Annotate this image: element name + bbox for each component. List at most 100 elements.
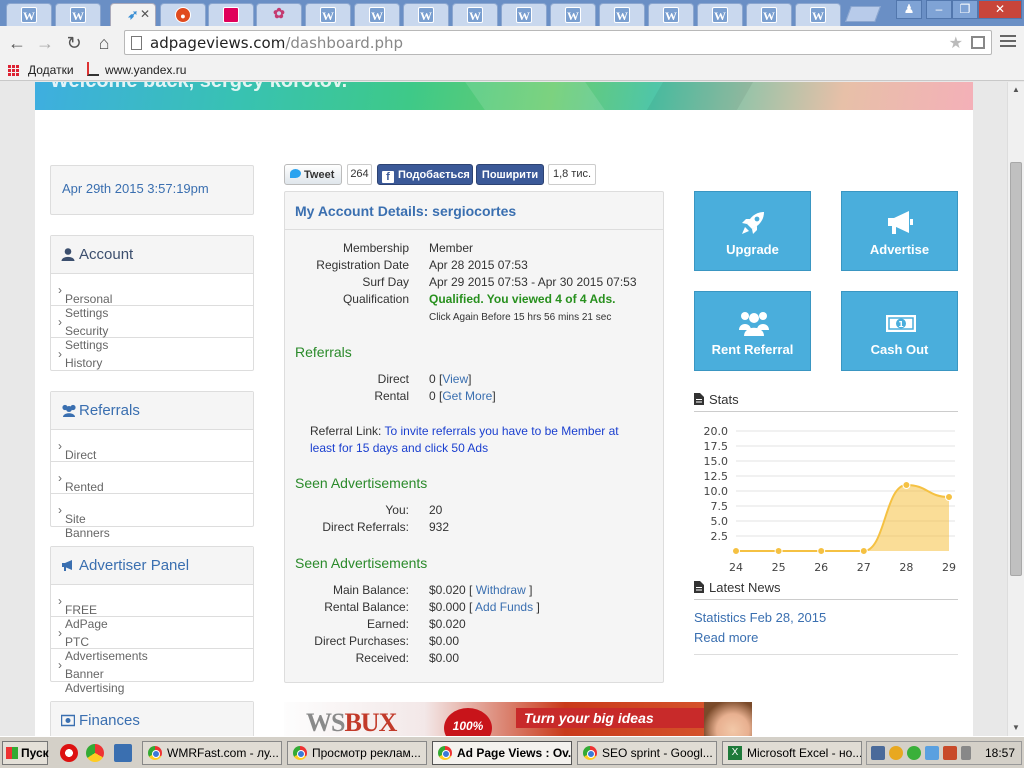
page-scrollbar[interactable]: ▲ ▼ [1007,82,1024,736]
excel-icon: X [728,746,742,760]
sidebar-item-direct[interactable]: › Direct [51,430,253,462]
bookmark-apps[interactable]: Додатки [28,63,74,77]
read-more-link[interactable]: Read more [694,630,758,645]
taskbar-item[interactable]: Просмотр реклам... [287,741,427,765]
facebook-like-button[interactable]: f Подобається [377,164,473,185]
url-text: adpageviews.com/dashboard.php [150,34,404,52]
tray-monitor-icon[interactable] [925,746,939,760]
wikipedia-favicon-icon: W [614,7,630,23]
apps-grid-icon[interactable] [8,65,20,77]
data-point[interactable] [902,481,911,489]
withdraw-link[interactable]: Withdraw [476,583,526,597]
data-point[interactable] [774,547,783,555]
current-date: Apr 29th 2015 3:57:19pm [62,181,209,196]
browser-tab[interactable]: W [403,3,449,26]
extension-icon[interactable] [971,36,985,49]
tray-network-icon[interactable] [871,746,885,760]
restore-button[interactable]: ❐ [952,0,978,19]
browser-menu-icon[interactable] [1000,35,1016,49]
browser-tab[interactable]: W [550,3,596,26]
tray-app-icon[interactable] [943,746,957,760]
bookmark-star-icon[interactable]: ★ [949,33,963,53]
start-button[interactable]: Пуск [2,741,49,765]
upgrade-button[interactable]: Upgrade [694,191,811,271]
money-icon [61,714,75,727]
browser-tab[interactable]: W [452,3,498,26]
taskbar-item[interactable]: X Microsoft Excel - но... [722,741,862,765]
data-point[interactable] [732,547,740,555]
facebook-share-button[interactable]: Поширити [476,164,544,185]
scroll-up-icon[interactable]: ▲ [1008,82,1024,98]
data-point[interactable] [859,547,868,555]
chrome-quicklaunch-icon[interactable] [86,744,104,762]
back-arrow-icon[interactable]: ← [6,32,28,54]
data-point[interactable] [817,547,826,555]
rent-referral-button[interactable]: Rent Referral [694,291,811,371]
received-label: Received: [355,651,409,665]
scroll-down-icon[interactable]: ▼ [1008,720,1024,736]
news-item-title[interactable]: Statistics Feb 28, 2015 [694,610,826,625]
scrollbar-thumb[interactable] [1010,162,1022,576]
home-icon[interactable]: ⌂ [93,32,115,54]
tweet-button[interactable]: Tweet [284,164,342,185]
surf-day-label: Surf Day [362,275,409,289]
view-referrals-link[interactable]: View [442,372,468,386]
user-button[interactable]: ♟ [896,0,922,19]
get-more-referrals-link[interactable]: Get More [442,389,492,403]
balance-section-title: Seen Advertisements [295,555,428,571]
close-tab-icon[interactable]: ✕ [140,7,150,21]
address-bar[interactable]: adpageviews.com/dashboard.php ★ [124,30,992,55]
browser-tab-active[interactable]: ➶ ✕ [110,3,156,26]
wikipedia-favicon-icon: W [663,7,679,23]
bullhorn-icon [888,211,913,234]
wikipedia-favicon-icon: W [712,7,728,23]
document-icon [694,393,704,405]
browser-tab[interactable]: W [305,3,351,26]
sidebar-item-history[interactable]: › History [51,338,253,370]
opera-icon[interactable] [60,744,78,762]
minimize-button[interactable]: – [926,0,952,19]
browser-tab[interactable]: W [697,3,743,26]
tray-status-icon[interactable] [907,746,921,760]
browser-tab[interactable]: W [795,3,841,26]
volume-icon[interactable] [961,746,971,760]
close-window-button[interactable]: ✕ [978,0,1022,19]
page-icon [131,36,142,50]
browser-tab[interactable]: W [501,3,547,26]
browser-tab[interactable]: W [648,3,694,26]
browser-tab[interactable]: W [6,3,52,26]
browser-tab[interactable] [208,3,254,26]
desktop-icon[interactable] [114,744,132,762]
browser-tab[interactable]: ✿ [256,3,302,26]
x-tick-label: 27 [857,561,871,574]
data-point[interactable] [945,493,953,501]
advertise-button[interactable]: Advertise [841,191,958,271]
browser-tab[interactable]: W [599,3,645,26]
browser-tab[interactable]: W [354,3,400,26]
browser-tab[interactable]: W [746,3,792,26]
received-value: $0.00 [429,651,460,665]
taskbar-item[interactable]: WMRFast.com - лу... [142,741,282,765]
browser-tab[interactable]: W [55,3,101,26]
sidebar-item-rented[interactable]: › Rented [51,462,253,494]
x-tick-label: 28 [899,561,913,574]
wsbux-ad-banner[interactable]: WSBUX 100% Turn your big ideas [284,702,752,736]
x-tick-label: 29 [942,561,956,574]
reload-icon[interactable]: ↻ [63,32,85,54]
rental-value: 0 [Get More] [429,389,496,403]
bookmark-yandex[interactable]: www.yandex.ru [105,63,186,77]
wikipedia-favicon-icon: W [320,7,336,23]
y-tick-label: 12.5 [704,470,729,483]
page-viewport: Welcome back, sergey korotov. Apr 29th 2… [0,82,1007,736]
bookmarks-bar: Додатки www.yandex.ru [0,59,1024,81]
sidebar-item-security-settings[interactable]: › Security Settings [51,306,253,352]
cash-out-button[interactable]: 1 Cash Out [841,291,958,371]
tray-security-icon[interactable] [889,746,903,760]
new-tab-button[interactable] [845,6,881,22]
add-funds-link[interactable]: Add Funds [475,600,533,614]
direct-label: Direct [377,372,409,386]
taskbar-item-active[interactable]: Ad Page Views : Ov... [432,741,572,765]
taskbar-item[interactable]: SEO sprint - Googl... [577,741,717,765]
browser-tab[interactable]: ● [160,3,206,26]
forward-arrow-icon[interactable]: → [34,32,56,54]
